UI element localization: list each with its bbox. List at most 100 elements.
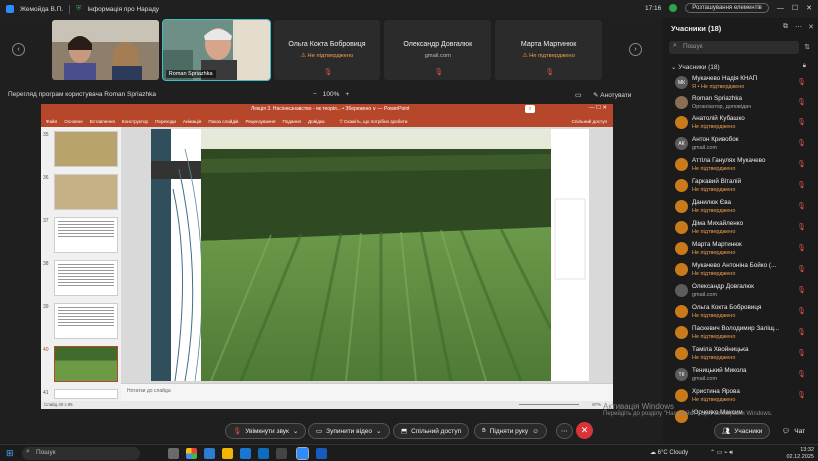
slide-thumbnail[interactable] (54, 131, 118, 167)
participant-row[interactable]: Мукачево Антоніна Бойко (... Не підтверд… (675, 261, 810, 281)
sort-icon[interactable]: ⇅ (804, 43, 810, 51)
taskbar-clock[interactable]: 13:32 02.12.2025 (786, 447, 814, 460)
ppt-tell-me-search[interactable]: 💡︎ Скажіть, що потрібно зробити (340, 119, 408, 124)
popout-icon[interactable]: ⧉ (783, 23, 788, 31)
ppt-zoom-level: 87% (592, 402, 601, 407)
participant-name: Антон Кривобок (692, 136, 739, 143)
more-button[interactable]: ⋯ (556, 423, 573, 439)
slide-thumbnail[interactable] (54, 260, 118, 296)
ppt-tab[interactable]: Подання (282, 119, 301, 124)
video-tile[interactable]: Олександр Довгалюк gmail.com 🎙︎ (384, 20, 492, 80)
video-tile[interactable] (52, 20, 159, 80)
ppt-tab[interactable]: Показ слайдів (208, 119, 238, 124)
layout-button[interactable]: Розташування елементів (685, 3, 769, 13)
share-zoom-control[interactable]: − 100% + (313, 91, 349, 98)
video-tile[interactable]: Марта Мартинюк ⚠ Не підтверджено 🎙︎ (495, 20, 602, 80)
participants-button[interactable]: 👥︎ Учасники (714, 423, 771, 439)
avatar (675, 347, 688, 360)
reactions-icon[interactable]: ☺ (532, 428, 539, 435)
participant-row[interactable]: Діма Михайленко Не підтверджено 🎙︎ (675, 219, 810, 239)
task-view-icon[interactable] (168, 448, 179, 459)
unmute-button[interactable]: 🎙︎ Увімкнути звук ⌄ (225, 423, 307, 439)
current-slide[interactable] (151, 129, 589, 382)
weather-widget[interactable]: ☁ 6°C Cloudy (650, 449, 688, 456)
mic-muted-icon: 🎙︎ (797, 119, 806, 126)
participant-row[interactable]: Roman Spriazhka Організатор, доповідач 🎙… (675, 94, 810, 114)
annotate-button[interactable]: ✎ Анотувати (593, 91, 631, 99)
ppt-window-controls-icon[interactable]: — ☐ ✕ (589, 105, 607, 111)
slide-thumbnail[interactable] (54, 389, 118, 399)
window-icon[interactable]: ▭ (575, 91, 582, 99)
avatar (675, 305, 688, 318)
participant-row[interactable]: МК Мукачево Надія КНАП Я • Не підтвердже… (675, 74, 810, 94)
participant-search-input[interactable]: ⌕ Пошук (669, 41, 799, 54)
gallery-next-icon[interactable]: › (629, 43, 642, 56)
ppt-tab[interactable]: Довідка (308, 119, 325, 124)
chevron-down-icon[interactable]: ⌄ (376, 427, 381, 435)
windows-start-icon[interactable]: ⊞ (6, 448, 14, 459)
slide-thumbnail[interactable] (54, 303, 118, 339)
ppt-tab[interactable]: Рецензування (246, 119, 276, 124)
ppt-tab[interactable]: Вставлення (90, 119, 115, 124)
close-icon[interactable]: ✕ (806, 4, 812, 12)
edge-icon[interactable] (240, 448, 251, 459)
participant-row[interactable]: Ольга Кокта Бобровиця Не підтверджено 🎙︎ (675, 303, 810, 323)
ppt-share-label[interactable]: Спільний доступ (572, 119, 607, 124)
hand-icon: ✋︎ (482, 427, 486, 434)
participant-row[interactable]: Аттіла Ганулях Мукачево Не підтверджено … (675, 156, 810, 176)
taskbar-search-input[interactable]: ⌕ Пошук (22, 447, 140, 460)
meeting-info-link[interactable]: Інформація про Нараду (87, 6, 159, 13)
ppt-tab[interactable]: Конструктор (122, 119, 148, 124)
avatar (675, 284, 688, 297)
close-panel-icon[interactable]: ✕ (808, 23, 814, 31)
system-tray-icons[interactable]: ⌃ ▭ ⌁ 🔊︎ (710, 449, 733, 457)
participant-row[interactable]: Анатолій Кубашко Не підтверджено 🎙︎ (675, 114, 810, 134)
gallery-prev-icon[interactable]: ‹ (12, 43, 25, 56)
participant-row[interactable]: АК Антон Кривобок gmail.com 🎙︎ (675, 135, 810, 155)
ppt-tab[interactable]: Анімація (183, 119, 201, 124)
word-icon[interactable] (316, 448, 327, 459)
slide-thumbnail-selected[interactable] (54, 346, 118, 382)
app-icon[interactable] (276, 448, 287, 459)
slide-notes-area[interactable]: Нотатки до слайда (121, 383, 613, 401)
zoom-app-icon[interactable] (296, 447, 309, 460)
speaker-video-tile[interactable]: Roman Spriazhka (161, 19, 271, 81)
participant-row[interactable]: Таміла Хвойницька Не підтверджено 🎙︎ (675, 345, 810, 365)
stop-video-button[interactable]: ▭ Зупинити відео ⌄ (308, 423, 390, 439)
more-options-icon[interactable]: ⋯ (795, 23, 802, 31)
participant-name: Roman Spriazhka (692, 95, 743, 102)
mail-icon[interactable] (204, 448, 215, 459)
zoom-in-icon[interactable]: + (345, 91, 349, 98)
file-explorer-icon[interactable] (222, 448, 233, 459)
participant-status: gmail.com (692, 145, 718, 151)
store-icon[interactable] (258, 448, 269, 459)
participant-row[interactable]: ТК Теницький Микола gmail.com 🎙︎ (675, 366, 810, 386)
participant-section-header[interactable]: ⌄ Учасники (18) (671, 63, 720, 71)
video-tile[interactable]: Ольга Кокта Бобровиця ⚠ Не підтверджено … (273, 20, 381, 80)
ppt-share-button[interactable]: ⇧ (525, 105, 535, 113)
ppt-zoom-slider[interactable] (519, 404, 579, 405)
participant-status: Організатор, доповідач (692, 104, 752, 110)
zoom-out-icon[interactable]: − (313, 91, 317, 98)
participant-row[interactable]: Гаркавий Віталій Не підтверджено 🎙︎ (675, 177, 810, 197)
chrome-icon[interactable] (186, 448, 197, 459)
maximize-icon[interactable]: ☐ (792, 4, 798, 12)
participant-status: Не підтверджено (692, 187, 736, 193)
participant-row[interactable]: Марта Мартинюк Не підтверджено 🎙︎ (675, 240, 810, 260)
participant-row[interactable]: Данилюк Єва Не підтверджено 🎙︎ (675, 198, 810, 218)
raise-hand-button[interactable]: ✋︎ Підняти руку ☺ (474, 423, 547, 439)
leave-meeting-button[interactable]: ✕ (576, 422, 593, 439)
share-screen-button[interactable]: ⬒ Спільний доступ (393, 423, 470, 439)
participant-row[interactable]: Олександр Довгалюк gmail.com 🎙︎ (675, 282, 810, 302)
chat-button[interactable]: 💬︎ Чат (775, 423, 812, 439)
participant-name: Діма Михайленко (692, 220, 744, 227)
chevron-down-icon[interactable]: ⌄ (293, 427, 298, 435)
slide-thumbnail[interactable] (54, 174, 118, 210)
ppt-tab[interactable]: Переходи (155, 119, 176, 124)
slide-thumbnail[interactable] (54, 217, 118, 253)
ppt-tab[interactable]: Основне (64, 119, 83, 124)
ppt-tab[interactable]: Файл (46, 119, 57, 124)
tile-status: ⚠ Не підтверджено (300, 53, 354, 59)
minimize-icon[interactable]: — (777, 5, 784, 12)
participant-row[interactable]: Паскевич Володимир Заліщ... Не підтвердж… (675, 324, 810, 344)
